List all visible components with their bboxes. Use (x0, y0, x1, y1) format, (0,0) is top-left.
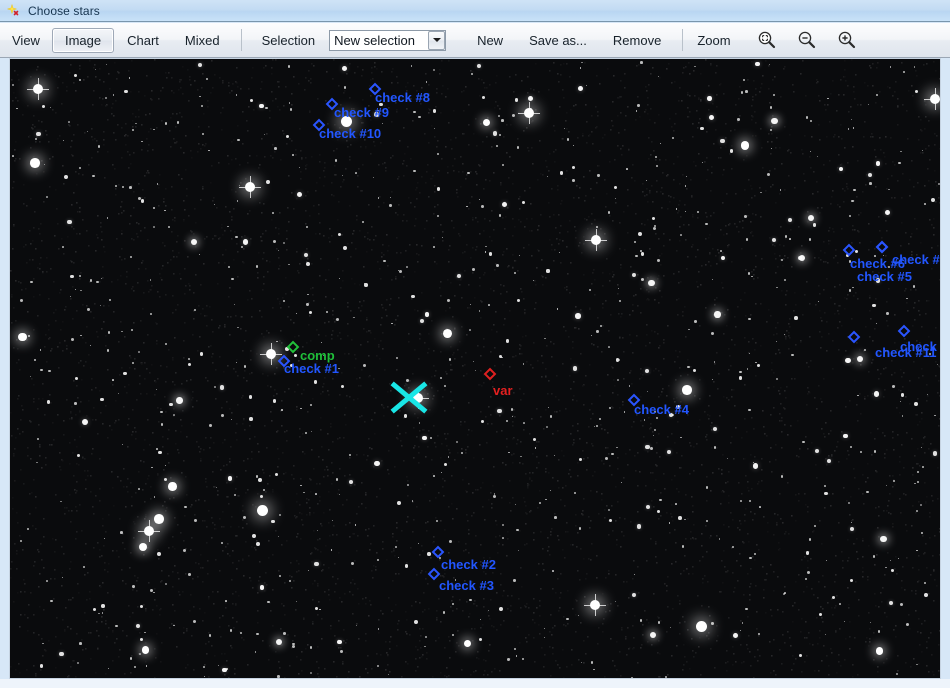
zoom-label: Zoom (697, 32, 731, 48)
selection-crosshair[interactable] (387, 375, 431, 419)
selection-combobox-value: New selection (334, 32, 415, 48)
remove-button[interactable]: Remove (600, 28, 674, 53)
view-label: View (12, 32, 40, 48)
zoom-button-group (747, 26, 867, 54)
star-label-check12: check #12 (900, 339, 940, 354)
magnifier-plus-icon[interactable] (827, 26, 867, 54)
main-toolbar: View Image Chart Mixed Selection New sel… (0, 23, 950, 58)
star-label-check5: check #5 (857, 269, 912, 284)
star-label-var: var (493, 383, 513, 398)
toolbar-separator-1 (240, 29, 242, 51)
magnifier-minus-icon[interactable] (787, 26, 827, 54)
chevron-down-icon[interactable] (428, 30, 446, 50)
magnifier-fit-icon[interactable] (747, 26, 787, 54)
star-label-check8: check #8 (375, 90, 430, 105)
image-mode-button[interactable]: Image (51, 27, 115, 53)
window-bottom-strip (0, 679, 950, 688)
chevron-down-glyph (432, 38, 441, 42)
star-label-check4: check #4 (634, 402, 689, 417)
star-label-check10: check #10 (319, 126, 382, 141)
star-label-check1: check #1 (284, 361, 339, 376)
image-canvas[interactable]: check #8 check #9 check #10 check #6 check #… (9, 58, 941, 679)
selection-label: Selection (261, 32, 316, 48)
star-label-check9: check #9 (334, 105, 389, 120)
choose-stars-window: Choose stars View Image Chart Mixed Sele… (0, 0, 950, 688)
new-selection-button[interactable]: New (464, 28, 516, 53)
star-label-check2: check #2 (441, 557, 496, 572)
selection-combobox[interactable]: New selection (329, 29, 447, 51)
star-label-check3: check #3 (439, 578, 494, 593)
star-field-image[interactable]: check #8 check #9 check #10 check #6 check #… (10, 59, 940, 678)
window-titlebar: Choose stars (0, 0, 950, 22)
window-title: Choose stars (28, 3, 100, 18)
chart-mode-button[interactable]: Chart (114, 28, 172, 53)
star-label-check7: check #7 (892, 252, 940, 267)
toolbar-separator-2 (682, 29, 684, 51)
star-sparkle-icon (6, 3, 22, 19)
save-as-button[interactable]: Save as... (516, 28, 600, 53)
mixed-mode-button[interactable]: Mixed (172, 28, 233, 53)
